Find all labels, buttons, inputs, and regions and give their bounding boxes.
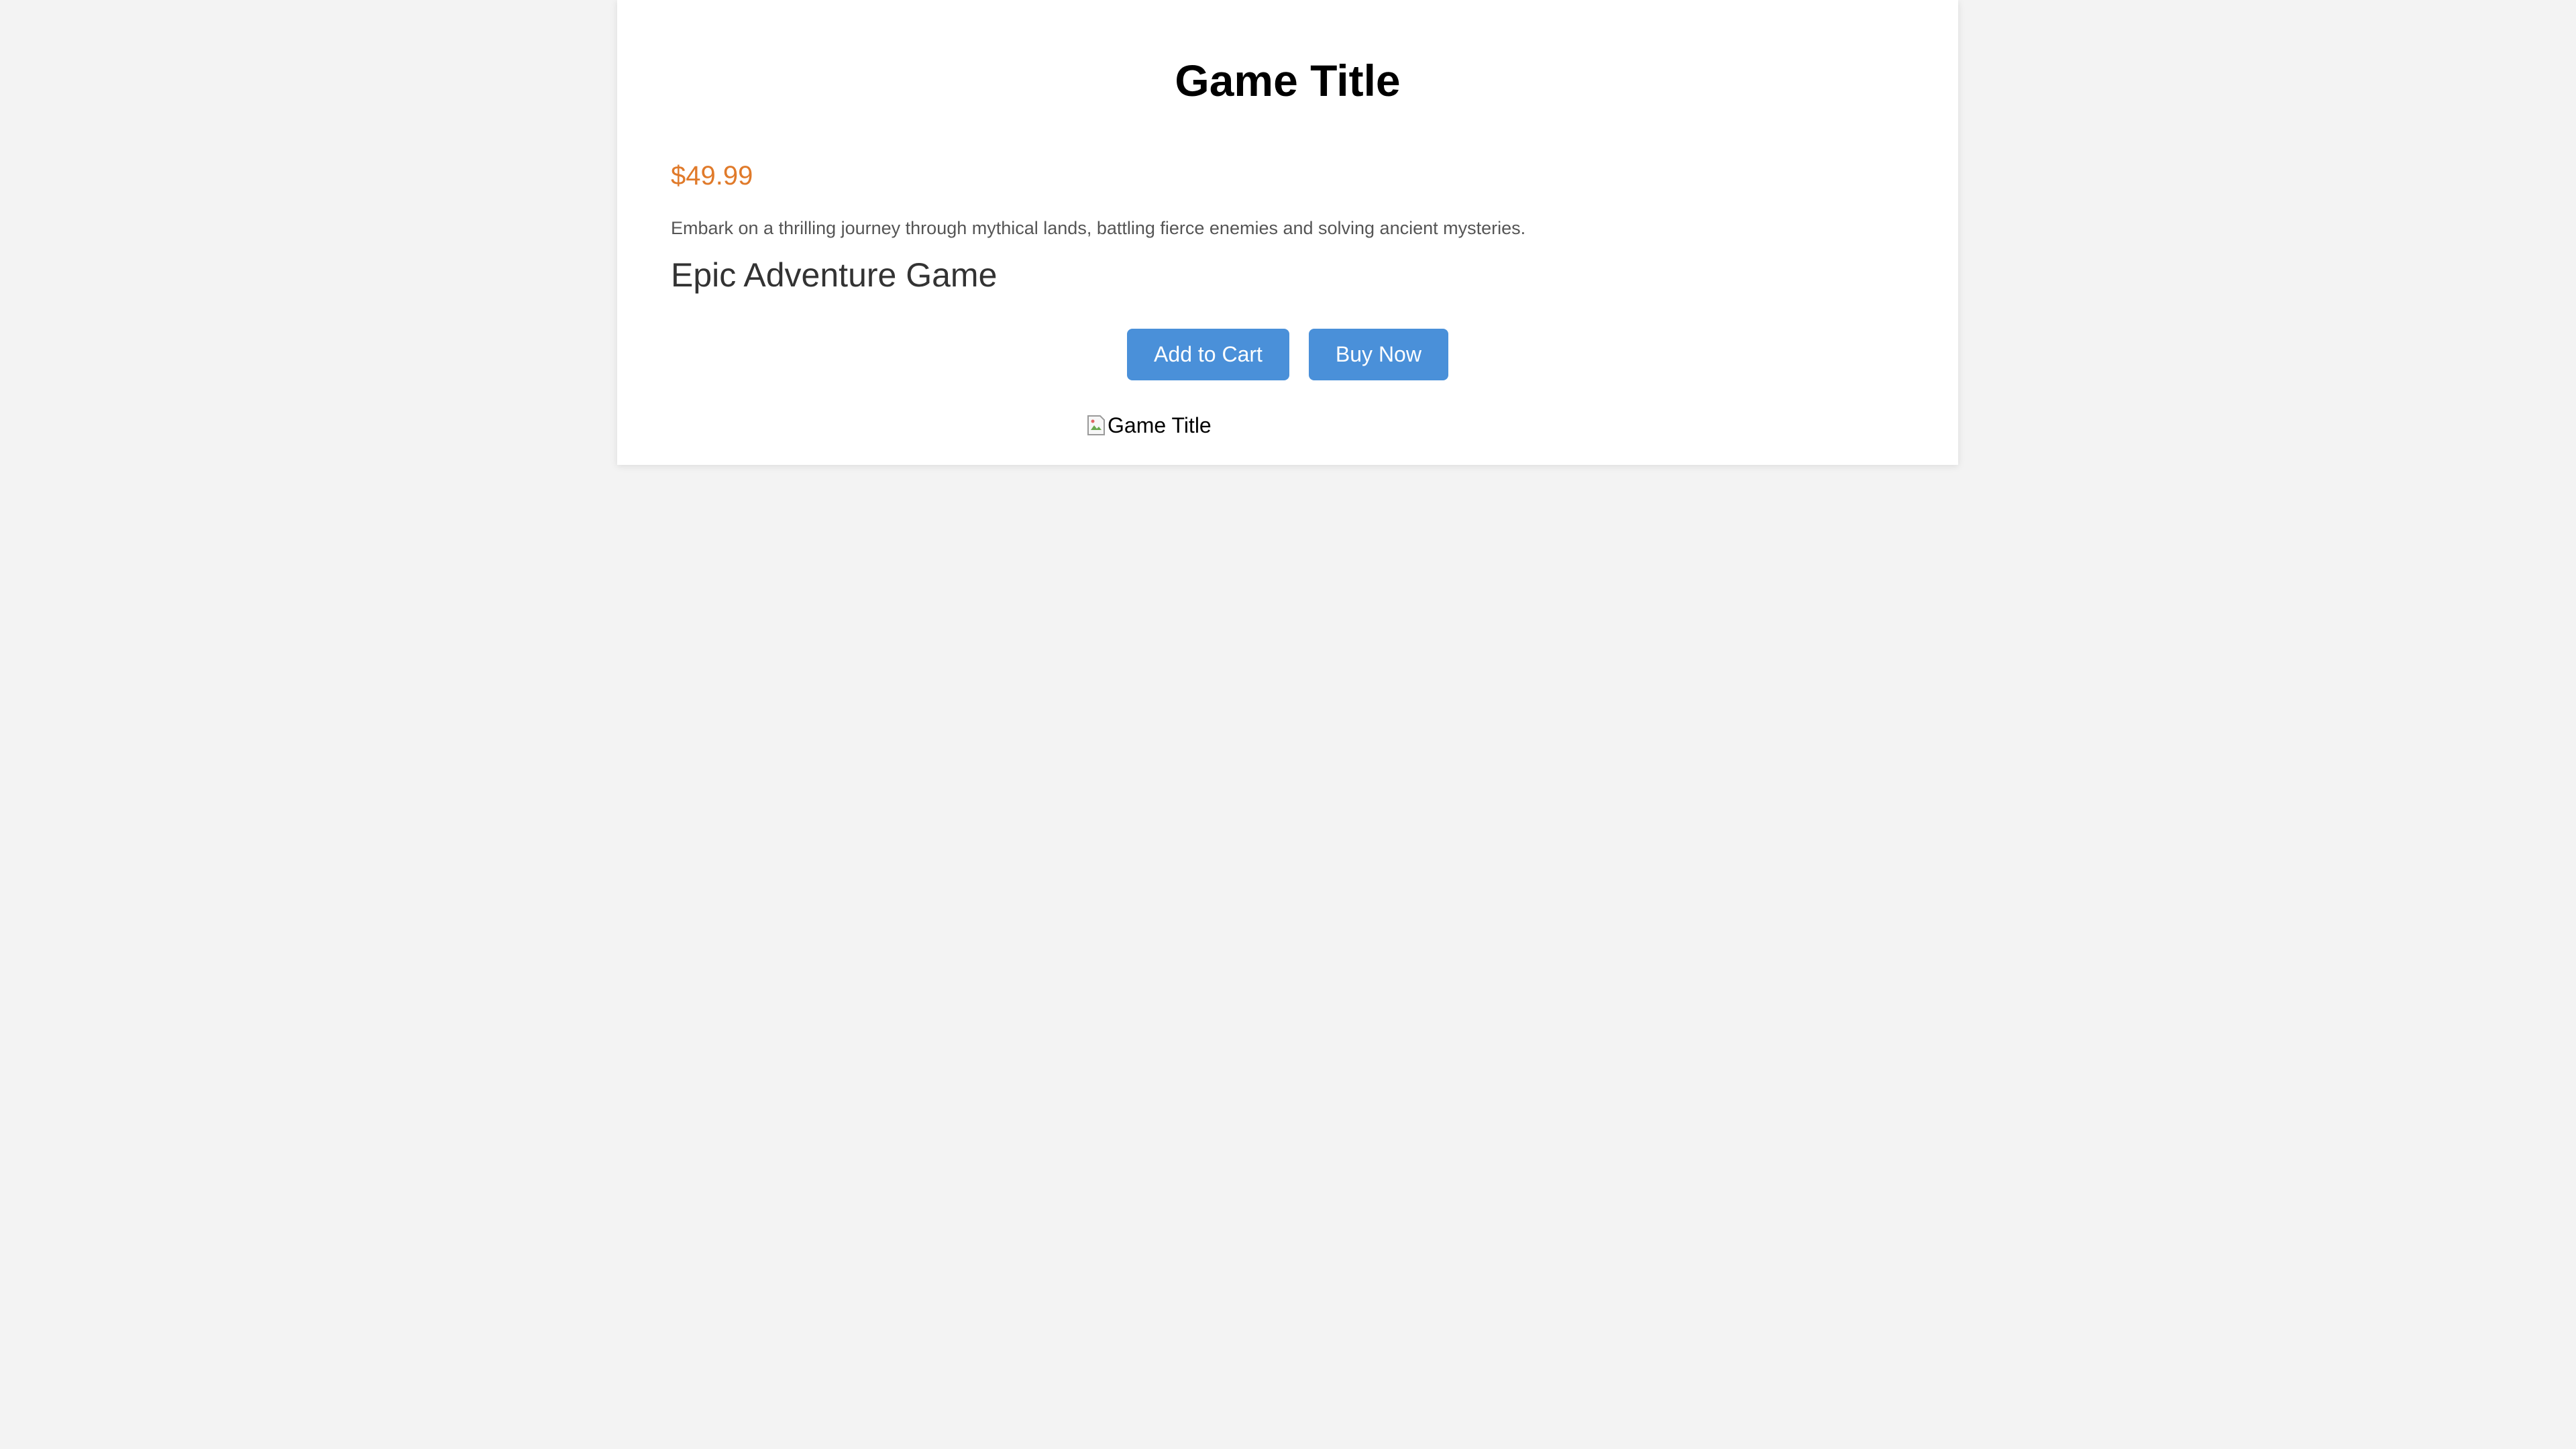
page-title: Game Title xyxy=(1175,56,1401,105)
image-alt-text: Game Title xyxy=(1108,413,1212,437)
price-label: $49.99 xyxy=(671,161,753,191)
product-card: Game Title $49.99 Embark on a thrilling … xyxy=(617,0,1958,465)
game-image: Game Title xyxy=(1086,411,1212,440)
broken-image-icon xyxy=(1086,414,1106,437)
add-to-cart-button[interactable]: Add to Cart xyxy=(1127,329,1289,380)
game-description: Embark on a thrilling journey through my… xyxy=(671,218,1526,238)
game-subtitle: Epic Adventure Game xyxy=(671,256,998,294)
buy-now-button[interactable]: Buy Now xyxy=(1308,329,1448,380)
action-buttons: Add to Cart Buy Now xyxy=(617,329,1958,380)
